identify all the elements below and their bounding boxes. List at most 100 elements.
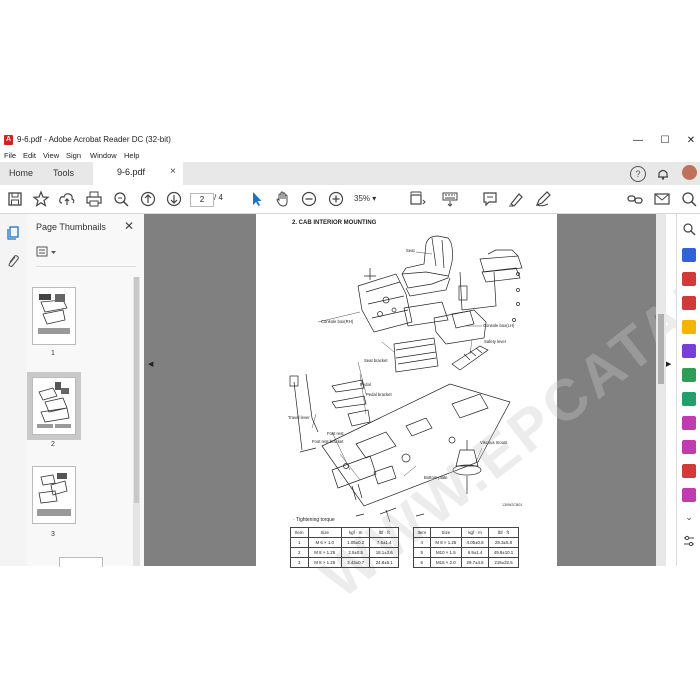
menu-window[interactable]: Window (90, 151, 117, 160)
keyboard-icon[interactable] (441, 190, 459, 208)
cell: 4 (413, 537, 431, 548)
document-scroll-thumb[interactable] (658, 314, 664, 384)
select-cursor-icon[interactable] (248, 190, 266, 208)
document-scrollbar[interactable] (656, 214, 666, 566)
page-number-input[interactable]: 2 (190, 193, 214, 207)
send-for-signature-icon[interactable] (682, 440, 696, 454)
tab-bar: Home Tools 9-6.pdf × ? (0, 162, 700, 185)
zoom-level-dropdown[interactable]: 35% ▾ (354, 193, 384, 205)
create-pdf-icon[interactable] (682, 272, 696, 286)
edit-pdf-icon[interactable] (682, 296, 696, 310)
share-link-icon[interactable] (626, 190, 644, 208)
table-row: 3 M 8 × 1.25 3.43±0.7 24.8±5.1 (290, 557, 399, 568)
label-seat: Seat (406, 248, 415, 253)
user-avatar[interactable] (682, 165, 697, 180)
thumbnail-page-2[interactable] (27, 372, 81, 440)
prepare-form-icon[interactable] (682, 488, 696, 502)
comment-tool-icon[interactable] (682, 320, 696, 334)
thumbnails-scroll-thumb[interactable] (134, 277, 139, 503)
page-fit-icon[interactable] (408, 190, 426, 208)
table-row: 2 M 8 × 1.25 2.5±0.5 18.1±3.6 (290, 547, 399, 558)
minimize-button[interactable]: — (627, 133, 649, 148)
zoom-search-icon[interactable] (112, 190, 130, 208)
save-icon[interactable] (6, 190, 24, 208)
comment-icon[interactable] (481, 190, 499, 208)
title-bar: A 9-6.pdf - Adobe Acrobat Reader DC (32-… (0, 132, 700, 149)
table-row: 4 M 8 × 1.25 4.05±0.8 29.3±5.8 (413, 537, 519, 548)
collapse-left-panel-arrow-icon[interactable]: ◀ (148, 360, 153, 368)
menu-sign[interactable]: Sign (66, 151, 81, 160)
settings-sliders-icon[interactable] (682, 534, 696, 548)
cell: 5 (413, 547, 431, 558)
help-icon[interactable]: ? (630, 166, 646, 182)
table-row: 6 M16 × 2.0 29.7±4.5 215±32.5 (413, 557, 519, 568)
thumbnails-options-menu[interactable] (36, 245, 60, 259)
hand-tool-icon[interactable] (274, 190, 292, 208)
menu-view[interactable]: View (43, 151, 59, 160)
tab-home[interactable]: Home (9, 168, 33, 178)
thumbnail-page-4[interactable] (59, 557, 103, 567)
more-tools-chevron-icon[interactable]: ⌄ (682, 512, 696, 526)
table-row: Item Size kgf · m lbf · ft (413, 527, 519, 538)
page-thumbnails-icon[interactable] (6, 226, 20, 240)
thumbnail-number: 1 (51, 350, 55, 357)
thumbnails-scrollbar[interactable] (133, 277, 140, 566)
label-travel-lever: Travel lever (288, 415, 310, 420)
cell: 3 (290, 557, 309, 568)
header-lbf: lbf · ft (488, 527, 519, 538)
scan-ocr-icon[interactable] (682, 392, 696, 406)
menu-edit[interactable]: Edit (23, 151, 36, 160)
attachment-paperclip-icon[interactable] (6, 254, 20, 268)
cell: M 8 × 1.25 (307, 557, 342, 568)
label-console-box-rh: Console box(RH) (321, 319, 354, 324)
header-size: Size (429, 527, 463, 538)
previous-page-icon[interactable] (139, 190, 157, 208)
highlight-pen-icon[interactable] (507, 190, 525, 208)
cell: 4.05±0.8 (461, 537, 490, 548)
organize-pages-icon[interactable] (682, 368, 696, 382)
menu-file[interactable]: File (4, 151, 16, 160)
table-row: 1 M 6 × 1.0 1.05±0.2 7.6±1.4 (290, 537, 399, 548)
label-pedal-bracket: Pedal bracket (366, 392, 392, 397)
menu-help[interactable]: Help (124, 151, 139, 160)
protect-icon[interactable] (682, 464, 696, 478)
cell: M10 × 1.5 (429, 547, 463, 558)
bookmark-star-icon[interactable] (32, 190, 50, 208)
export-pdf-icon[interactable] (682, 248, 696, 262)
combine-files-icon[interactable] (682, 344, 696, 358)
thumbnail-page-3[interactable] (32, 466, 76, 524)
cell: 24.8±5.1 (369, 557, 399, 568)
label-console-box-lh: Console box(LH) (483, 323, 515, 328)
tab-tools[interactable]: Tools (53, 168, 74, 178)
close-window-button[interactable]: ✕ (680, 133, 700, 148)
upload-cloud-icon[interactable] (58, 190, 76, 208)
zoom-out-icon[interactable] (300, 190, 318, 208)
header-item: Item (290, 527, 309, 538)
tab-document[interactable]: 9-6.pdf × (93, 162, 183, 185)
thumbnail-page-1[interactable] (32, 287, 76, 345)
main-toolbar: 2 / 4 35% ▾ (0, 185, 700, 214)
tab-close-button[interactable]: × (170, 166, 176, 177)
cell: 6.9±1.4 (461, 547, 490, 558)
search-icon[interactable] (680, 190, 698, 208)
maximize-button[interactable]: ☐ (654, 133, 676, 148)
notification-bell-icon[interactable] (656, 167, 670, 180)
print-icon[interactable] (85, 190, 103, 208)
label-pedal: Pedal (360, 382, 371, 387)
header-kgf: kgf · m (461, 527, 490, 538)
next-page-icon[interactable] (165, 190, 183, 208)
cell: M16 × 2.0 (429, 557, 463, 568)
cell: 7.6±1.4 (369, 537, 399, 548)
menu-bar: File Edit View Sign Window Help (0, 149, 700, 162)
thumbnails-close-button[interactable]: ✕ (124, 219, 134, 233)
page-total: / 4 (214, 193, 223, 202)
email-icon[interactable] (653, 190, 671, 208)
cell: 3.43±0.7 (340, 557, 371, 568)
zoom-tool-icon[interactable] (682, 222, 696, 236)
label-bottom-plate: Bottom plate (424, 475, 448, 480)
sign-pen-icon[interactable] (534, 190, 552, 208)
thumbnail-number: 3 (51, 531, 55, 538)
fill-sign-icon[interactable] (682, 416, 696, 430)
zoom-in-icon[interactable] (327, 190, 345, 208)
header-item: Item (413, 527, 431, 538)
